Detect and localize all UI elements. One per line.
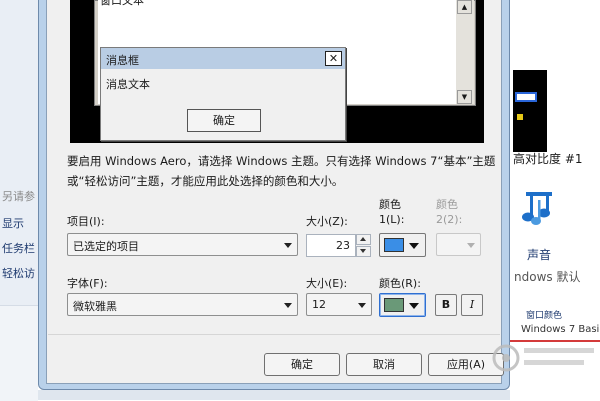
sound-label[interactable]: 声音 <box>527 246 551 263</box>
arrow-up-icon <box>360 237 366 241</box>
item-color2-label-bottom: 2(2): <box>436 213 463 226</box>
message-box-ok-button: 确定 <box>187 109 261 132</box>
font-select-value: 微软雅黑 <box>73 300 117 313</box>
high-contrast-theme-thumbnail[interactable] <box>513 70 547 152</box>
message-box-title: 消息框 <box>106 54 139 67</box>
ok-button[interactable]: 确定 <box>264 353 340 376</box>
item-color1-label-top: 颜色 <box>379 198 401 211</box>
windows-7-basic-label: Windows 7 Basic <box>521 324 600 335</box>
preview-message-box[interactable]: 消息框 ✕ 消息文本 确定 <box>100 47 346 141</box>
font-size-label: 大小(E): <box>306 277 348 290</box>
size-decrease-button[interactable] <box>356 246 371 257</box>
scroll-up-icon: ▲ <box>457 0 472 14</box>
item-color1-picker[interactable] <box>379 233 426 257</box>
chevron-down-icon <box>409 243 419 249</box>
close-icon: ✕ <box>325 51 342 66</box>
font-size-select[interactable]: 12 <box>306 293 372 316</box>
item-select[interactable]: 已选定的项目 <box>67 233 298 256</box>
chevron-down-icon <box>409 303 419 309</box>
watermark-logo <box>492 344 594 372</box>
message-text: 消息文本 <box>106 78 150 91</box>
size-increase-button[interactable] <box>356 234 371 245</box>
item-size-stepper[interactable] <box>356 234 371 257</box>
ease-of-access-link[interactable]: 轻松访 <box>2 265 35 281</box>
cancel-button[interactable]: 取消 <box>346 353 422 376</box>
see-also-heading: 另请参 <box>2 190 35 203</box>
chevron-down-icon <box>358 303 366 308</box>
chevron-down-icon <box>284 303 292 308</box>
item-color2-picker <box>436 233 481 256</box>
preview-scrollbar <box>456 0 474 104</box>
item-color1-swatch <box>384 238 404 252</box>
font-color-swatch <box>384 298 404 312</box>
chevron-down-icon <box>467 243 475 248</box>
thumbnail-titlebar <box>515 92 537 102</box>
item-select-value: 已选定的项目 <box>73 240 139 253</box>
font-color-label: 颜色(R): <box>379 277 421 290</box>
high-contrast-theme-label[interactable]: 高对比度 #1 <box>513 150 583 167</box>
button-separator <box>48 334 500 335</box>
item-color1-label-bottom: 1(L): <box>379 213 405 226</box>
item-size-input[interactable]: 23 <box>306 234 356 257</box>
item-size-value: 23 <box>336 239 350 252</box>
window-color-link[interactable]: 窗口颜色 <box>526 308 562 321</box>
windows-default-label: ndows 默认 <box>514 270 581 284</box>
sound-icon[interactable] <box>518 186 560 230</box>
font-select[interactable]: 微软雅黑 <box>67 293 298 316</box>
arrow-down-icon <box>360 249 366 253</box>
message-box-titlebar[interactable]: 消息框 ✕ <box>101 48 345 69</box>
chevron-down-icon <box>284 243 292 248</box>
bold-button[interactable]: B <box>435 294 457 316</box>
font-color-picker[interactable] <box>379 293 426 317</box>
taskbar-link[interactable]: 任务栏 <box>2 240 35 256</box>
font-size-value: 12 <box>312 298 326 311</box>
background-left-lower-pane <box>0 305 38 401</box>
background-bottom-strip <box>38 390 510 400</box>
italic-button[interactable]: I <box>461 294 483 316</box>
thumbnail-accent <box>517 114 523 120</box>
aero-instructions: 要启用 Windows Aero，请选择 Windows 主题。只有选择 Win… <box>67 154 496 188</box>
item-label: 项目(I): <box>67 215 105 228</box>
item-size-label: 大小(Z): <box>306 215 348 228</box>
window-text-label: 窗口文本 <box>100 0 144 7</box>
font-label: 字体(F): <box>67 277 108 290</box>
scroll-down-icon: ▼ <box>457 90 472 104</box>
item-color2-label-top: 颜色 <box>436 198 458 211</box>
display-link[interactable]: 显示 <box>2 215 24 231</box>
